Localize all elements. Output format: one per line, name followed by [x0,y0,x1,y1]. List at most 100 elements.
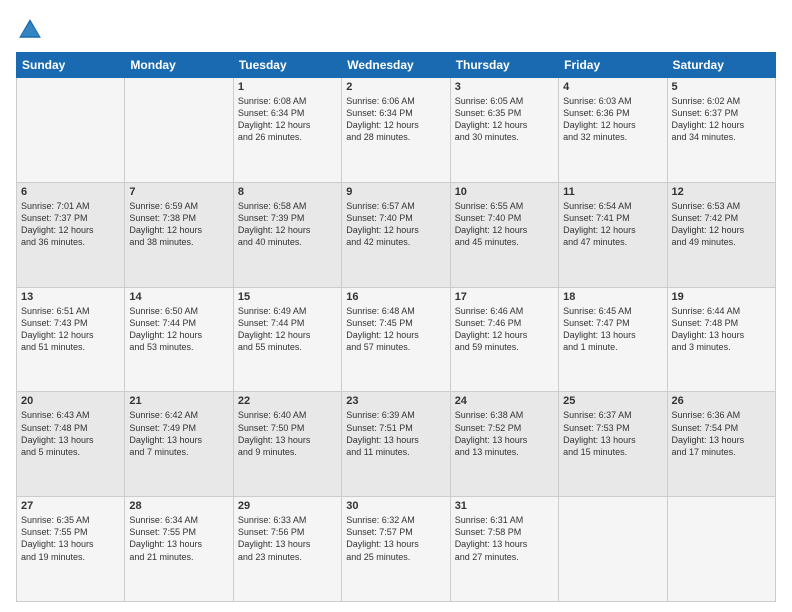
weekday-header-tuesday: Tuesday [233,53,341,78]
calendar-week-1: 1 Sunrise: 6:08 AM Sunset: 6:34 PM Daylig… [17,78,776,183]
day-number: 18 [563,291,662,303]
calendar-cell: 28 Sunrise: 6:34 AM Sunset: 7:55 PM Dayli… [125,497,233,602]
calendar-cell: 23Sunrise: 6:39 AM Sunset: 7:51 PM Dayli… [342,392,450,497]
calendar-cell: 22 Sunrise: 6:40 AM Sunset: 7:50 PM Dayli… [233,392,341,497]
day-number: 5 [672,81,771,93]
calendar-cell [17,78,125,183]
day-number: 3 [455,81,554,93]
day-info: Sunrise: 6:55 AM Sunset: 7:40 PM Dayligh… [455,200,554,249]
calendar-header: SundayMondayTuesdayWednesdayThursdayFrid… [17,53,776,78]
weekday-header-monday: Monday [125,53,233,78]
calendar-cell [667,497,775,602]
calendar-cell: 17Sunrise: 6:46 AM Sunset: 7:46 PM Dayli… [450,287,558,392]
weekday-header-saturday: Saturday [667,53,775,78]
day-number: 29 [238,500,337,512]
day-info: Sunrise: 6:37 AM Sunset: 7:53 PM Dayligh… [563,409,662,458]
calendar-week-2: 6Sunrise: 7:01 AM Sunset: 7:37 PM Daylig… [17,182,776,287]
calendar-cell: 18 Sunrise: 6:45 AM Sunset: 7:47 PM Dayli… [559,287,667,392]
day-number: 7 [129,186,228,198]
day-info: Sunrise: 6:08 AM Sunset: 6:34 PM Dayligh… [238,95,337,144]
calendar-week-4: 20Sunrise: 6:43 AM Sunset: 7:48 PM Dayli… [17,392,776,497]
day-number: 21 [129,395,228,407]
calendar-cell: 19 Sunrise: 6:44 AM Sunset: 7:48 PM Dayli… [667,287,775,392]
day-info: Sunrise: 7:01 AM Sunset: 7:37 PM Dayligh… [21,200,120,249]
day-number: 20 [21,395,120,407]
calendar-cell: 27 Sunrise: 6:35 AM Sunset: 7:55 PM Dayli… [17,497,125,602]
weekday-header-thursday: Thursday [450,53,558,78]
day-info: Sunrise: 6:33 AM Sunset: 7:56 PM Dayligh… [238,514,337,563]
weekday-header-wednesday: Wednesday [342,53,450,78]
calendar-week-3: 13 Sunrise: 6:51 AM Sunset: 7:43 PM Dayli… [17,287,776,392]
calendar-cell: 21 Sunrise: 6:42 AM Sunset: 7:49 PM Dayli… [125,392,233,497]
calendar-cell: 13 Sunrise: 6:51 AM Sunset: 7:43 PM Dayli… [17,287,125,392]
day-info: Sunrise: 6:58 AM Sunset: 7:39 PM Dayligh… [238,200,337,249]
header [16,16,776,44]
day-info: Sunrise: 6:40 AM Sunset: 7:50 PM Dayligh… [238,409,337,458]
day-number: 1 [238,81,337,93]
calendar-cell: 12Sunrise: 6:53 AM Sunset: 7:42 PM Dayli… [667,182,775,287]
day-number: 11 [563,186,662,198]
calendar-cell: 15Sunrise: 6:49 AM Sunset: 7:44 PM Dayli… [233,287,341,392]
calendar-cell: 8 Sunrise: 6:58 AM Sunset: 7:39 PM Daylig… [233,182,341,287]
calendar-cell [125,78,233,183]
day-number: 14 [129,291,228,303]
calendar-cell: 20Sunrise: 6:43 AM Sunset: 7:48 PM Dayli… [17,392,125,497]
calendar-cell [559,497,667,602]
calendar-cell: 2 Sunrise: 6:06 AM Sunset: 6:34 PM Daylig… [342,78,450,183]
day-number: 28 [129,500,228,512]
calendar-cell: 26 Sunrise: 6:36 AM Sunset: 7:54 PM Dayli… [667,392,775,497]
day-number: 24 [455,395,554,407]
page: SundayMondayTuesdayWednesdayThursdayFrid… [0,0,792,612]
calendar-cell: 25 Sunrise: 6:37 AM Sunset: 7:53 PM Dayli… [559,392,667,497]
day-number: 16 [346,291,445,303]
day-number: 13 [21,291,120,303]
day-number: 9 [346,186,445,198]
day-info: Sunrise: 6:32 AM Sunset: 7:57 PM Dayligh… [346,514,445,563]
weekday-header-row: SundayMondayTuesdayWednesdayThursdayFrid… [17,53,776,78]
calendar-table: SundayMondayTuesdayWednesdayThursdayFrid… [16,52,776,602]
calendar-cell: 16Sunrise: 6:48 AM Sunset: 7:45 PM Dayli… [342,287,450,392]
calendar-cell: 24 Sunrise: 6:38 AM Sunset: 7:52 PM Dayli… [450,392,558,497]
calendar-cell: 3Sunrise: 6:05 AM Sunset: 6:35 PM Daylig… [450,78,558,183]
weekday-header-sunday: Sunday [17,53,125,78]
day-info: Sunrise: 6:35 AM Sunset: 7:55 PM Dayligh… [21,514,120,563]
day-info: Sunrise: 6:51 AM Sunset: 7:43 PM Dayligh… [21,305,120,354]
logo-icon [16,16,44,44]
weekday-header-friday: Friday [559,53,667,78]
calendar-cell: 31Sunrise: 6:31 AM Sunset: 7:58 PM Dayli… [450,497,558,602]
calendar-cell: 9 Sunrise: 6:57 AM Sunset: 7:40 PM Daylig… [342,182,450,287]
day-number: 27 [21,500,120,512]
day-info: Sunrise: 6:02 AM Sunset: 6:37 PM Dayligh… [672,95,771,144]
day-info: Sunrise: 6:46 AM Sunset: 7:46 PM Dayligh… [455,305,554,354]
day-info: Sunrise: 6:54 AM Sunset: 7:41 PM Dayligh… [563,200,662,249]
day-info: Sunrise: 6:06 AM Sunset: 6:34 PM Dayligh… [346,95,445,144]
day-number: 2 [346,81,445,93]
day-info: Sunrise: 6:38 AM Sunset: 7:52 PM Dayligh… [455,409,554,458]
logo [16,16,48,44]
day-info: Sunrise: 6:34 AM Sunset: 7:55 PM Dayligh… [129,514,228,563]
day-info: Sunrise: 6:59 AM Sunset: 7:38 PM Dayligh… [129,200,228,249]
calendar-week-5: 27 Sunrise: 6:35 AM Sunset: 7:55 PM Dayli… [17,497,776,602]
day-number: 30 [346,500,445,512]
day-number: 22 [238,395,337,407]
day-info: Sunrise: 6:42 AM Sunset: 7:49 PM Dayligh… [129,409,228,458]
day-info: Sunrise: 6:44 AM Sunset: 7:48 PM Dayligh… [672,305,771,354]
day-number: 15 [238,291,337,303]
day-info: Sunrise: 6:36 AM Sunset: 7:54 PM Dayligh… [672,409,771,458]
calendar-cell: 1 Sunrise: 6:08 AM Sunset: 6:34 PM Daylig… [233,78,341,183]
calendar-cell: 5 Sunrise: 6:02 AM Sunset: 6:37 PM Daylig… [667,78,775,183]
day-number: 8 [238,186,337,198]
day-info: Sunrise: 6:57 AM Sunset: 7:40 PM Dayligh… [346,200,445,249]
calendar-cell: 6Sunrise: 7:01 AM Sunset: 7:37 PM Daylig… [17,182,125,287]
day-info: Sunrise: 6:45 AM Sunset: 7:47 PM Dayligh… [563,305,662,354]
calendar-cell: 11 Sunrise: 6:54 AM Sunset: 7:41 PM Dayli… [559,182,667,287]
calendar-body: 1 Sunrise: 6:08 AM Sunset: 6:34 PM Daylig… [17,78,776,602]
day-info: Sunrise: 6:03 AM Sunset: 6:36 PM Dayligh… [563,95,662,144]
day-number: 19 [672,291,771,303]
day-number: 26 [672,395,771,407]
day-number: 25 [563,395,662,407]
calendar-cell: 10Sunrise: 6:55 AM Sunset: 7:40 PM Dayli… [450,182,558,287]
calendar-cell: 4 Sunrise: 6:03 AM Sunset: 6:36 PM Daylig… [559,78,667,183]
day-number: 4 [563,81,662,93]
calendar-cell: 30 Sunrise: 6:32 AM Sunset: 7:57 PM Dayli… [342,497,450,602]
